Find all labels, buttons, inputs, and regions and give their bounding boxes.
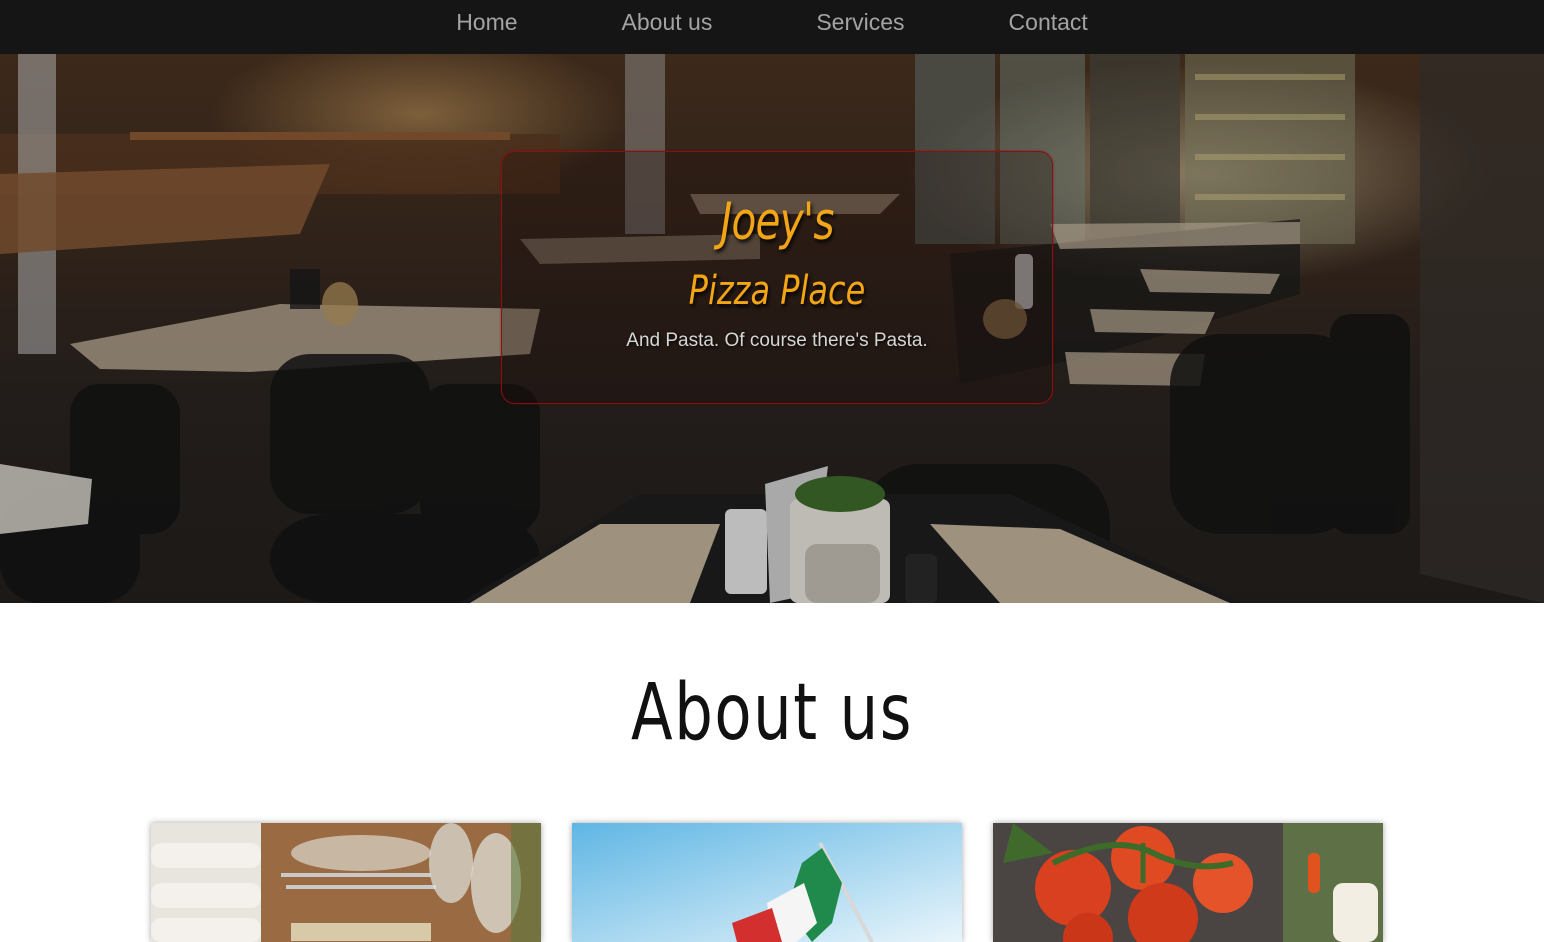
table-setting-photo (151, 823, 541, 942)
nav-home-link[interactable]: Home (456, 0, 517, 36)
italian-flag-photo (572, 823, 962, 942)
about-card-table-setting (151, 823, 541, 942)
hero-tagline: And Pasta. Of course there's Pasta. (626, 330, 928, 351)
about-card-tomatoes (993, 823, 1383, 942)
restaurant-subtitle: Pizza Place (688, 268, 866, 314)
about-section-heading: About us (631, 668, 913, 758)
hero-section: Joey's Pizza Place And Pasta. Of course … (0, 54, 1544, 603)
restaurant-name: Joey's (720, 192, 834, 252)
top-navbar: Home About us Services Contact (0, 0, 1544, 54)
nav-services-link[interactable]: Services (816, 0, 904, 36)
nav-about-link[interactable]: About us (622, 0, 713, 36)
hero-title-card: Joey's Pizza Place And Pasta. Of course … (501, 151, 1053, 404)
tomatoes-photo (993, 823, 1383, 942)
nav-contact-link[interactable]: Contact (1009, 0, 1088, 36)
about-card-italian-flag (572, 823, 962, 942)
